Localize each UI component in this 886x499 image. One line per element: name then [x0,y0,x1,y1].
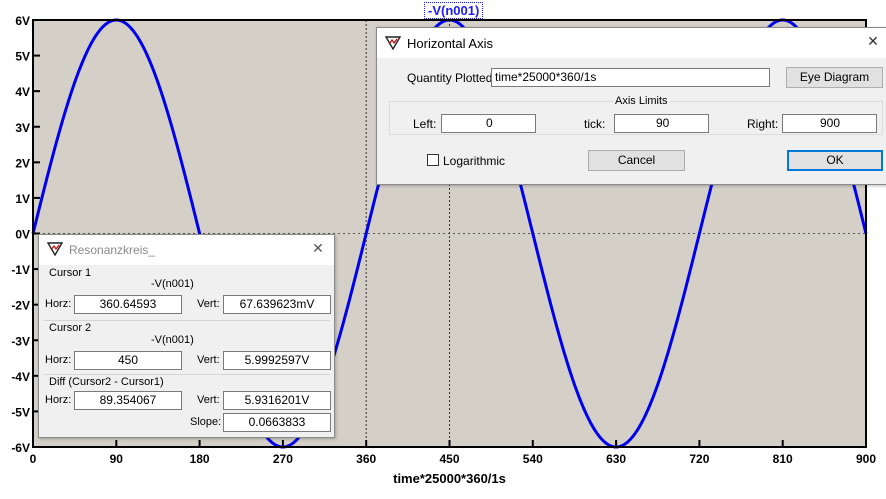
quantity-plotted-label: Quantity Plotted: [407,71,496,85]
dialog-titlebar[interactable]: Horizontal Axis ✕ [377,28,886,58]
axis-limits-label: Axis Limits [613,95,670,107]
dialog-title: Resonanzkreis_ [69,243,156,257]
x-tick-label: 270 [273,452,293,466]
y-tick-label: 4V [15,85,30,99]
ltspice-logo-icon [46,241,64,260]
x-tick-label: 90 [110,452,124,466]
eye-diagram-button[interactable]: Eye Diagram [786,67,883,88]
diff-heading: Diff (Cursor2 - Cursor1) [49,376,164,388]
dialog-titlebar[interactable]: Resonanzkreis_ ✕ [39,235,334,265]
logarithmic-label[interactable]: Logarithmic [443,154,505,168]
x-tick-label: 630 [606,452,626,466]
trace-title[interactable]: -V(n001) [424,2,484,19]
cursor2-horz-label: Horz: [45,354,72,366]
right-input[interactable]: 900 [782,114,877,133]
y-tick-label: 1V [15,192,30,206]
cursor1-heading: Cursor 1 [49,267,92,279]
cursor2-heading: Cursor 2 [49,322,92,334]
tick-label: tick: [584,117,606,131]
right-label: Right: [747,117,779,131]
x-tick-label: 900 [856,452,876,466]
y-tick-label: -1V [11,263,30,277]
cursor2-vert-value[interactable]: 5.9992597V [223,351,331,370]
cursor1-horz-label: Horz: [45,298,72,310]
x-tick-label: 540 [523,452,543,466]
diff-slope-value[interactable]: 0.0663833 [223,413,331,432]
divider [43,320,330,321]
y-tick-label: -4V [11,370,30,384]
x-tick-label: 720 [689,452,709,466]
y-tick-label: 0V [15,228,30,242]
y-tick-label: -6V [11,441,30,455]
y-tick-label: -3V [11,334,30,348]
cursor1-horz-value[interactable]: 360.64593 [74,295,182,314]
cursor1-trace-name: -V(n001) [151,278,194,290]
x-tick-label: 450 [439,452,459,466]
left-input[interactable]: 0 [441,114,536,133]
y-tick-label: -5V [11,405,30,419]
ok-button[interactable]: OK [787,150,883,171]
left-label: Left: [413,117,437,131]
horizontal-axis-dialog: Horizontal Axis ✕ Quantity Plotted: time… [376,27,886,185]
x-tick-label: 0 [30,452,37,466]
cursor1-vert-label: Vert: [197,298,220,310]
x-tick-label: 360 [356,452,376,466]
y-tick-label: 6V [15,14,30,28]
divider [43,374,330,375]
y-tick-label: -2V [11,299,30,313]
cancel-button[interactable]: Cancel [588,150,685,171]
diff-vert-value[interactable]: 5.9316201V [223,391,331,410]
close-icon[interactable]: ✕ [302,241,334,257]
quantity-plotted-input[interactable]: time*25000*360/1s [491,68,770,87]
cursor1-vert-value[interactable]: 67.639623mV [223,295,331,314]
y-tick-label: 2V [15,156,30,170]
cursor2-trace-name: -V(n001) [151,334,194,346]
y-tick-label: 3V [15,121,30,135]
cursor2-vert-label: Vert: [197,354,220,366]
dialog-title: Horizontal Axis [407,36,493,51]
y-tick-label: 5V [15,50,30,64]
x-tick-label: 180 [190,452,210,466]
ltspice-logo-icon [384,35,402,54]
x-axis-label[interactable]: time*25000*360/1s [393,471,506,486]
diff-slope-label: Slope: [190,416,222,428]
cursor2-horz-value[interactable]: 450 [74,351,182,370]
close-icon[interactable]: ✕ [857,34,886,50]
tick-input[interactable]: 90 [614,114,709,133]
diff-vert-label: Vert: [197,394,220,406]
diff-horz-label: Horz: [45,394,72,406]
logarithmic-checkbox[interactable] [427,154,439,166]
x-tick-label: 810 [773,452,793,466]
diff-horz-value[interactable]: 89.354067 [74,391,182,410]
cursor-readout-dialog: Resonanzkreis_ ✕ Cursor 1 -V(n001) Horz:… [38,234,335,438]
